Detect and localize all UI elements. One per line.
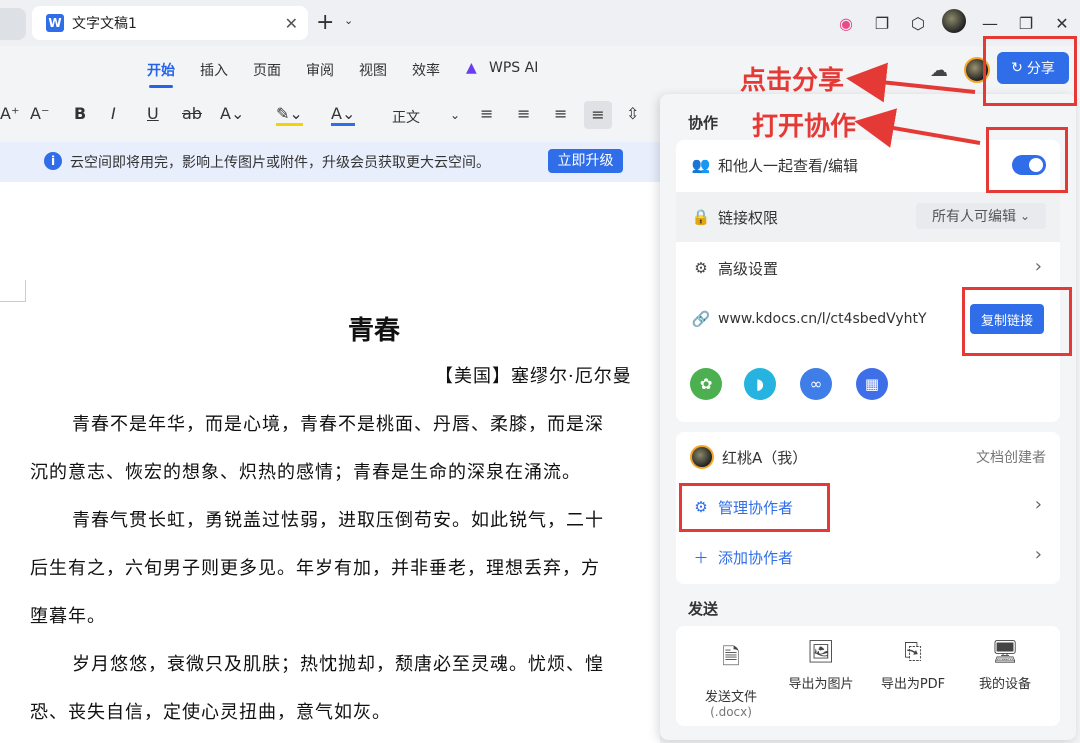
annotation-arrows: [846, 62, 981, 148]
arrow-to-share: [846, 62, 976, 103]
arrow-to-collab: [854, 108, 981, 148]
